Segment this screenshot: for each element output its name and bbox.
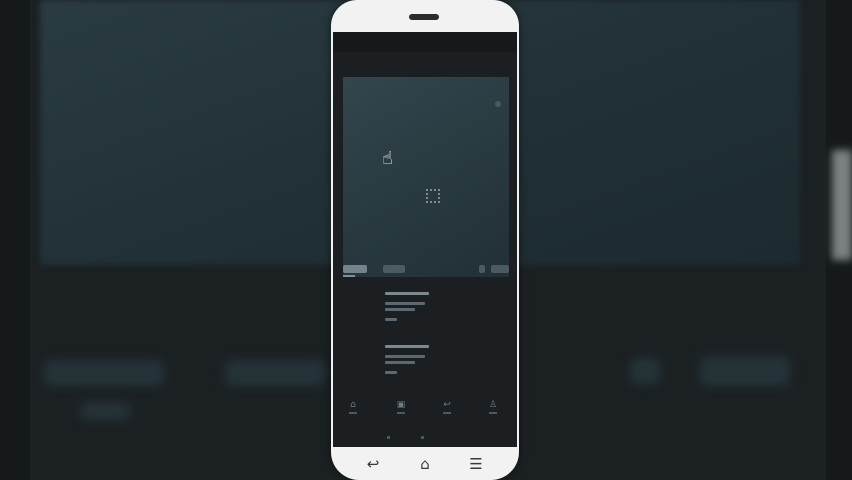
list-item[interactable] xyxy=(385,292,505,332)
list-item-subtitle xyxy=(385,355,425,358)
menu-icon[interactable]: ☰ xyxy=(464,456,488,472)
active-tab-indicator xyxy=(343,275,355,277)
system-indicator xyxy=(333,434,517,440)
list-item-subtitle xyxy=(385,302,425,305)
tab-bar xyxy=(341,265,511,281)
bottom-navigation: ⌂ ▣ ↩ ♙ xyxy=(333,400,517,430)
nav-label xyxy=(489,412,497,414)
back-arrow-glyph: ↩ xyxy=(443,400,451,410)
profile-glyph: ♙ xyxy=(488,400,498,410)
nav-label xyxy=(397,412,405,414)
status-bar xyxy=(333,32,517,52)
nav-label xyxy=(349,412,357,414)
tab-2[interactable] xyxy=(383,265,405,273)
android-navigation-bar: ↩ ⌂ ☰ xyxy=(333,450,517,480)
background-blob xyxy=(225,360,325,386)
back-arrow-icon[interactable]: ↩ xyxy=(437,400,457,414)
background-blob xyxy=(630,358,660,384)
tab-1[interactable] xyxy=(343,265,367,273)
background-blob xyxy=(700,356,790,386)
indicator-dot xyxy=(421,436,424,439)
list-item-title xyxy=(385,345,429,348)
home-icon[interactable]: ⌂ xyxy=(413,456,437,472)
hand-pointer-icon: ☝ xyxy=(382,148,393,169)
background-blob xyxy=(80,402,130,420)
list-item-meta xyxy=(385,318,397,321)
speaker-grille xyxy=(409,14,439,20)
home-icon[interactable]: ⌂ xyxy=(343,400,363,414)
background-blob xyxy=(44,360,164,386)
tab-3[interactable] xyxy=(479,265,485,273)
loading-icon xyxy=(426,189,440,203)
video-player[interactable]: ☝ xyxy=(343,77,509,277)
player-menu-icon[interactable] xyxy=(495,101,501,107)
background-left-edge xyxy=(0,0,30,480)
home-glyph: ⌂ xyxy=(350,400,356,410)
list-icon[interactable]: ▣ xyxy=(391,400,411,414)
list-glyph: ▣ xyxy=(396,400,406,410)
profile-icon[interactable]: ♙ xyxy=(483,400,503,414)
phone-screen: ☝ ⌂ ▣ ↩ ♙ xyxy=(333,32,517,447)
list-item[interactable] xyxy=(385,345,505,385)
list-item-meta xyxy=(385,371,397,374)
indicator-dot xyxy=(387,436,390,439)
background-right-highlight xyxy=(832,150,852,260)
list-item-title xyxy=(385,292,429,295)
list-item-subtitle xyxy=(385,308,415,311)
back-icon[interactable]: ↩ xyxy=(361,456,385,472)
nav-label xyxy=(443,412,451,414)
list-item-subtitle xyxy=(385,361,415,364)
tab-4[interactable] xyxy=(491,265,509,273)
